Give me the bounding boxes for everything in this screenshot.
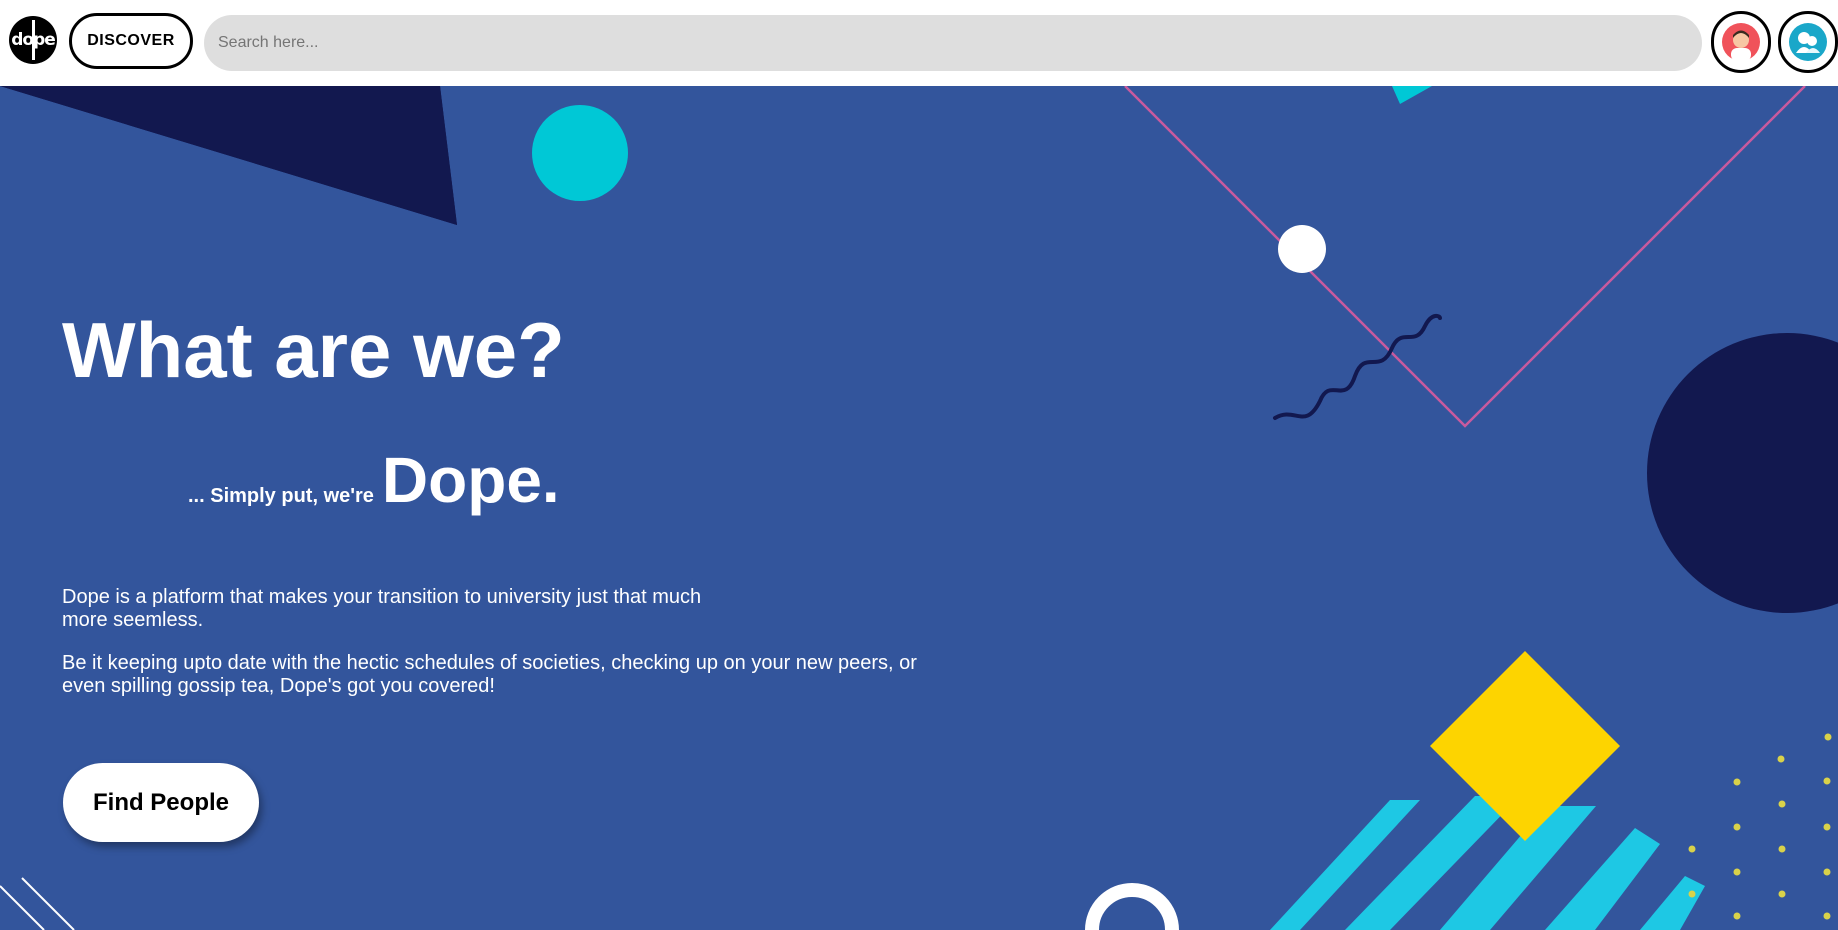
hero-title: What are we?	[62, 306, 565, 394]
cyan-circle	[532, 105, 628, 201]
tagline-small: ... Simply put, we're	[188, 485, 374, 507]
navy-circle	[1647, 333, 1838, 613]
profile-avatar-icon	[1722, 23, 1760, 61]
dope-logo[interactable]: dope	[9, 16, 57, 64]
search-input[interactable]	[204, 15, 1702, 71]
squiggle-line	[1273, 313, 1442, 420]
white-dot	[1278, 225, 1326, 273]
top-nav-bar: dope DISCOVER	[0, 0, 1838, 86]
logo-text: dope	[11, 30, 56, 50]
cyan-shard	[1392, 86, 1432, 104]
discover-button[interactable]: DISCOVER	[69, 13, 193, 69]
tagline-brand: Dope.	[381, 444, 560, 516]
white-ring	[1085, 883, 1179, 930]
yellow-diamond	[1430, 651, 1620, 841]
yellow-dot-grid	[1688, 733, 1832, 920]
hero-tagline: ... Simply put, we're Dope.	[188, 443, 560, 517]
community-icon	[1789, 23, 1827, 61]
find-people-button[interactable]: Find People	[63, 763, 259, 842]
profile-button[interactable]	[1711, 11, 1771, 73]
hero-description-2: Be it keeping upto date with the hectic …	[62, 652, 917, 697]
hero-section: What are we? ... Simply put, we're Dope. …	[0, 86, 1838, 930]
hero-description-1: Dope is a platform that makes your trans…	[62, 586, 702, 631]
community-button[interactable]	[1778, 11, 1838, 73]
cyan-stripes	[1270, 796, 1705, 930]
white-diagonal-lines	[0, 877, 75, 930]
